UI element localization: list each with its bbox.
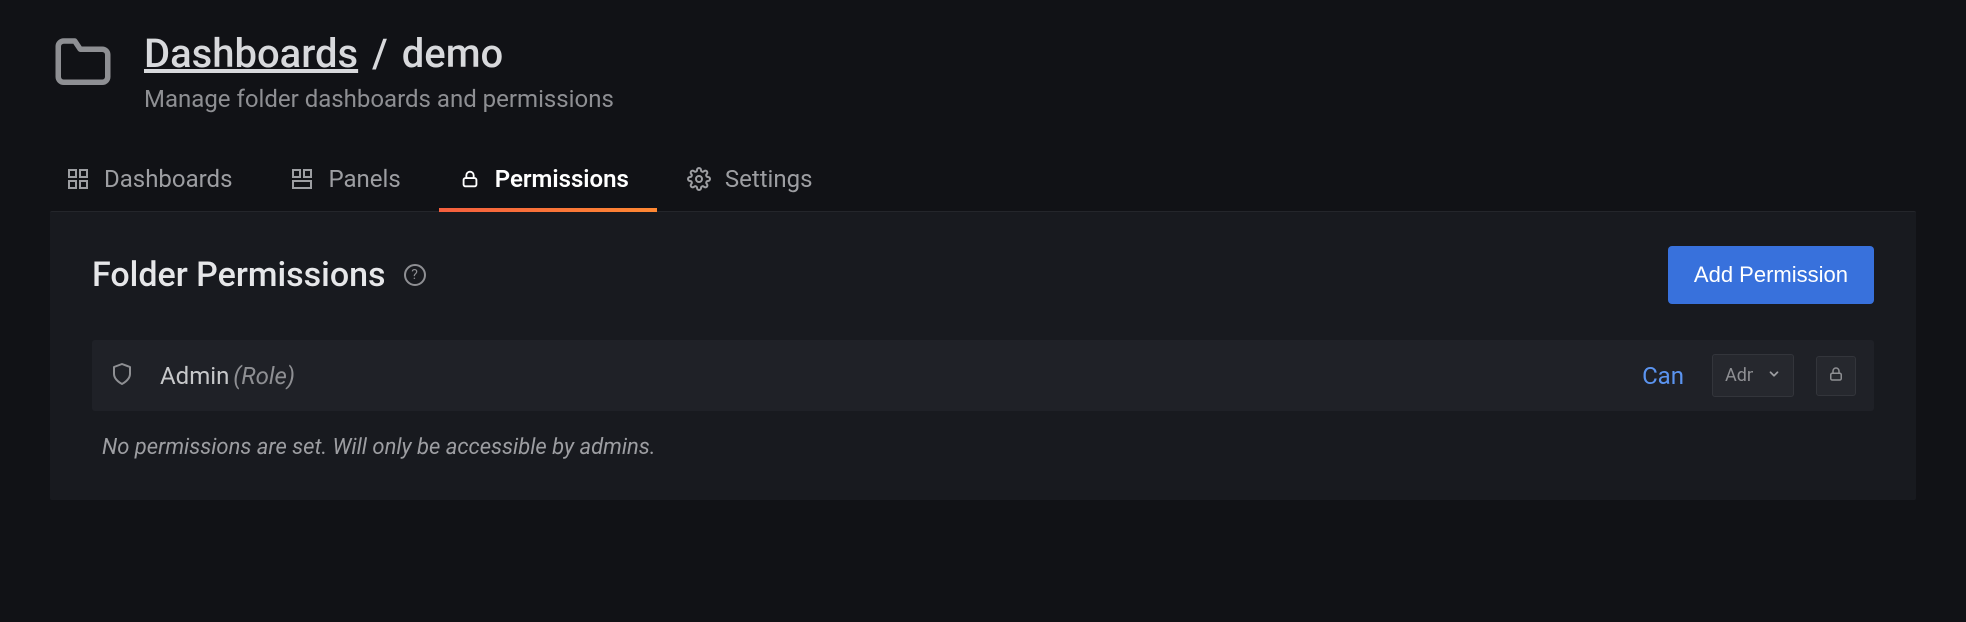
permission-role-suffix: (Role)	[233, 362, 295, 390]
permission-lock-button[interactable]	[1816, 356, 1856, 396]
tab-dashboards[interactable]: Dashboards	[62, 157, 236, 211]
gear-icon	[687, 167, 711, 191]
breadcrumb-current: demo	[402, 30, 504, 77]
panel-title: Folder Permissions	[92, 255, 386, 295]
tab-permissions[interactable]: Permissions	[455, 157, 633, 211]
shield-icon	[110, 362, 134, 390]
page-subtitle: Manage folder dashboards and permissions	[144, 85, 614, 113]
permission-row: Admin (Role) Can Admin	[92, 340, 1874, 411]
tab-label: Settings	[725, 165, 813, 193]
permission-can-label[interactable]: Can	[1642, 362, 1690, 390]
chevron-down-icon	[1767, 365, 1781, 386]
permissions-panel: Folder Permissions ? Add Permission Admi…	[50, 211, 1916, 500]
tab-label: Dashboards	[104, 165, 232, 193]
tab-panels[interactable]: Panels	[286, 157, 404, 211]
tab-settings[interactable]: Settings	[683, 157, 817, 211]
add-permission-button[interactable]: Add Permission	[1668, 246, 1874, 304]
tab-label: Panels	[328, 165, 400, 193]
help-icon[interactable]: ?	[404, 264, 426, 286]
panels-icon	[290, 167, 314, 191]
tab-label: Permissions	[495, 165, 629, 193]
breadcrumb: Dashboards / demo	[144, 30, 614, 77]
breadcrumb-separator: /	[372, 30, 388, 77]
breadcrumb-root-link[interactable]: Dashboards	[144, 30, 358, 77]
permission-principal: Admin	[160, 362, 229, 390]
permission-level-value: Admin	[1725, 365, 1753, 386]
lock-icon	[1827, 365, 1845, 387]
dashboard-grid-icon	[66, 167, 90, 191]
permission-level-select[interactable]: Admin	[1712, 354, 1794, 397]
tab-bar: Dashboards Panels Permissions	[50, 157, 1916, 211]
page-header: Dashboards / demo Manage folder dashboar…	[50, 30, 1916, 113]
lock-icon	[459, 168, 481, 190]
empty-permissions-message: No permissions are set. Will only be acc…	[92, 435, 1874, 460]
folder-icon	[50, 30, 116, 96]
